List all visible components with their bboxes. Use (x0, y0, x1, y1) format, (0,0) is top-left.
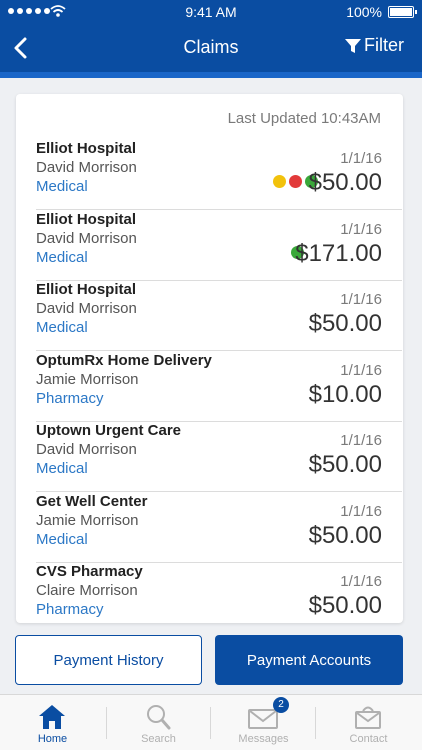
filter-funnel-icon (345, 38, 361, 53)
claim-member: David Morrison (36, 230, 137, 247)
claim-row[interactable]: Elliot Hospital David Morrison Medical 1… (36, 281, 402, 351)
claim-provider: Elliot Hospital (36, 140, 137, 157)
claim-type: Medical (36, 531, 88, 548)
tab-home[interactable]: Home (0, 695, 105, 750)
claim-date: 1/1/16 (340, 150, 382, 167)
claim-date: 1/1/16 (340, 503, 382, 520)
claim-amount: $50.00 (308, 310, 382, 337)
claim-member: David Morrison (36, 159, 137, 176)
nav-bar: Claims Filter (0, 24, 422, 72)
claim-date: 1/1/16 (340, 362, 382, 379)
home-icon (39, 705, 65, 729)
filter-label: Filter (364, 35, 404, 55)
claim-row[interactable]: CVS Pharmacy Claire Morrison Pharmacy 1/… (36, 563, 402, 623)
claim-row[interactable]: Elliot Hospital David Morrison Medical 1… (36, 211, 402, 281)
claim-member: Jamie Morrison (36, 512, 139, 529)
contact-icon (355, 706, 381, 729)
tab-messages[interactable]: 2 Messages (211, 695, 316, 750)
claim-amount: $50.00 (308, 451, 382, 478)
claim-provider: Get Well Center (36, 493, 148, 510)
claim-amount: $50.00 (308, 592, 382, 619)
claim-provider: Uptown Urgent Care (36, 422, 182, 439)
claim-member: Jamie Morrison (36, 371, 139, 388)
claim-member: Claire Morrison (36, 582, 138, 599)
messages-badge: 2 (273, 697, 289, 713)
claim-type: Pharmacy (36, 601, 104, 618)
claim-type: Medical (36, 319, 88, 336)
claim-provider: Elliot Hospital (36, 211, 137, 228)
search-icon (147, 705, 171, 730)
battery-icon (388, 6, 417, 18)
battery-percent: 100% (346, 4, 382, 20)
claim-type: Medical (36, 178, 88, 195)
claim-row[interactable]: Get Well Center Jamie Morrison Medical 1… (36, 493, 402, 563)
claims-card: Last Updated 10:43AM Elliot Hospital Dav… (16, 94, 403, 623)
claim-provider: CVS Pharmacy (36, 563, 143, 580)
claim-type: Pharmacy (36, 390, 104, 407)
claim-row[interactable]: OptumRx Home Delivery Jamie Morrison Pha… (36, 352, 402, 422)
claim-date: 1/1/16 (340, 432, 382, 449)
status-dot (289, 175, 302, 188)
tab-messages-label: Messages (238, 733, 289, 745)
claim-type: Medical (36, 249, 88, 266)
claim-provider: Elliot Hospital (36, 281, 137, 298)
tab-search-label: Search (141, 733, 176, 745)
claim-member: David Morrison (36, 300, 137, 317)
nav-accent-bar (0, 72, 422, 78)
claim-amount: $50.00 (308, 169, 382, 196)
claim-amount: $50.00 (308, 522, 382, 549)
filter-button[interactable]: Filter (344, 35, 404, 56)
tab-home-label: Home (37, 733, 68, 745)
tab-bar: Home Search 2 Messages Contact (0, 694, 422, 750)
last-updated: Last Updated 10:43AM (227, 110, 381, 127)
claim-row[interactable]: Elliot Hospital David Morrison Medical 1… (36, 140, 402, 210)
status-bar: 9:41 AM 100% (0, 0, 422, 24)
claim-date: 1/1/16 (340, 291, 382, 308)
tab-search[interactable]: Search (106, 695, 211, 750)
claim-date: 1/1/16 (340, 573, 382, 590)
status-dot (273, 175, 286, 188)
tab-contact-label: Contact (349, 733, 388, 745)
tab-contact[interactable]: Contact (316, 695, 421, 750)
payment-history-button[interactable]: Payment History (15, 635, 202, 685)
claim-date: 1/1/16 (340, 221, 382, 238)
payment-accounts-button[interactable]: Payment Accounts (215, 635, 403, 685)
claim-member: David Morrison (36, 441, 137, 458)
claim-type: Medical (36, 460, 88, 477)
claim-amount: $171.00 (295, 240, 382, 267)
claim-provider: OptumRx Home Delivery (36, 352, 212, 369)
claim-amount: $10.00 (308, 381, 382, 408)
claim-row[interactable]: Uptown Urgent Care David Morrison Medica… (36, 422, 402, 492)
